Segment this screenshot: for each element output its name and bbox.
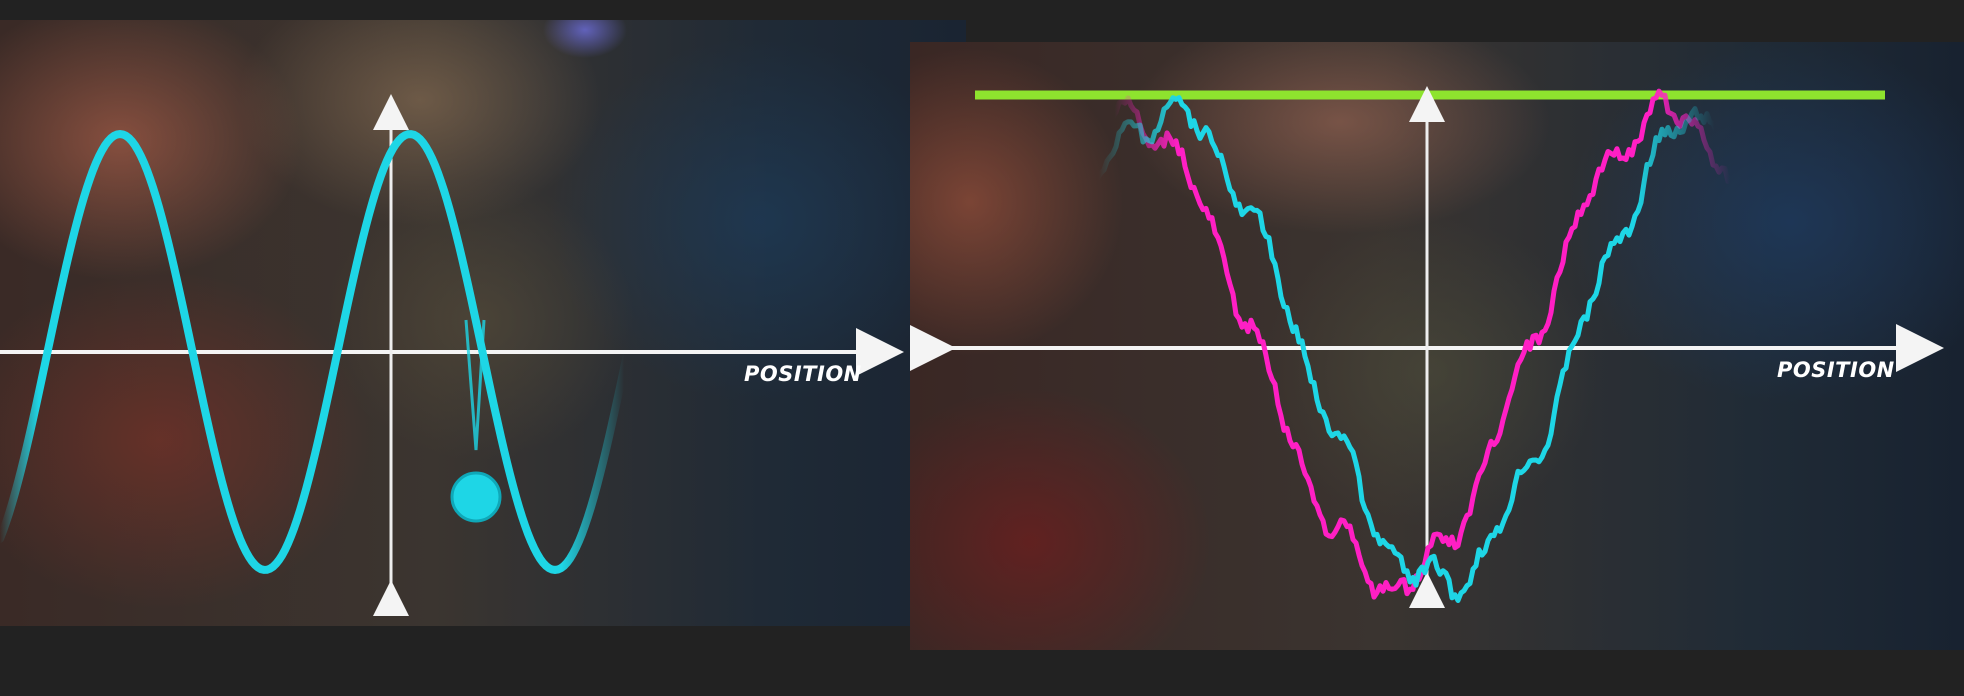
magenta-noisy-wave [1017,88,1812,600]
left-wave-plot [0,94,904,616]
particle-spike [464,319,486,451]
x-axis-label: POSITION [1777,358,1895,382]
x-axis-label: POSITION [744,362,862,386]
left-wave-panel: POSITION [0,20,966,626]
right-wave-panel: POSITION [910,42,1964,650]
right-wave-plot [910,86,1944,608]
particle-dot [450,471,502,523]
